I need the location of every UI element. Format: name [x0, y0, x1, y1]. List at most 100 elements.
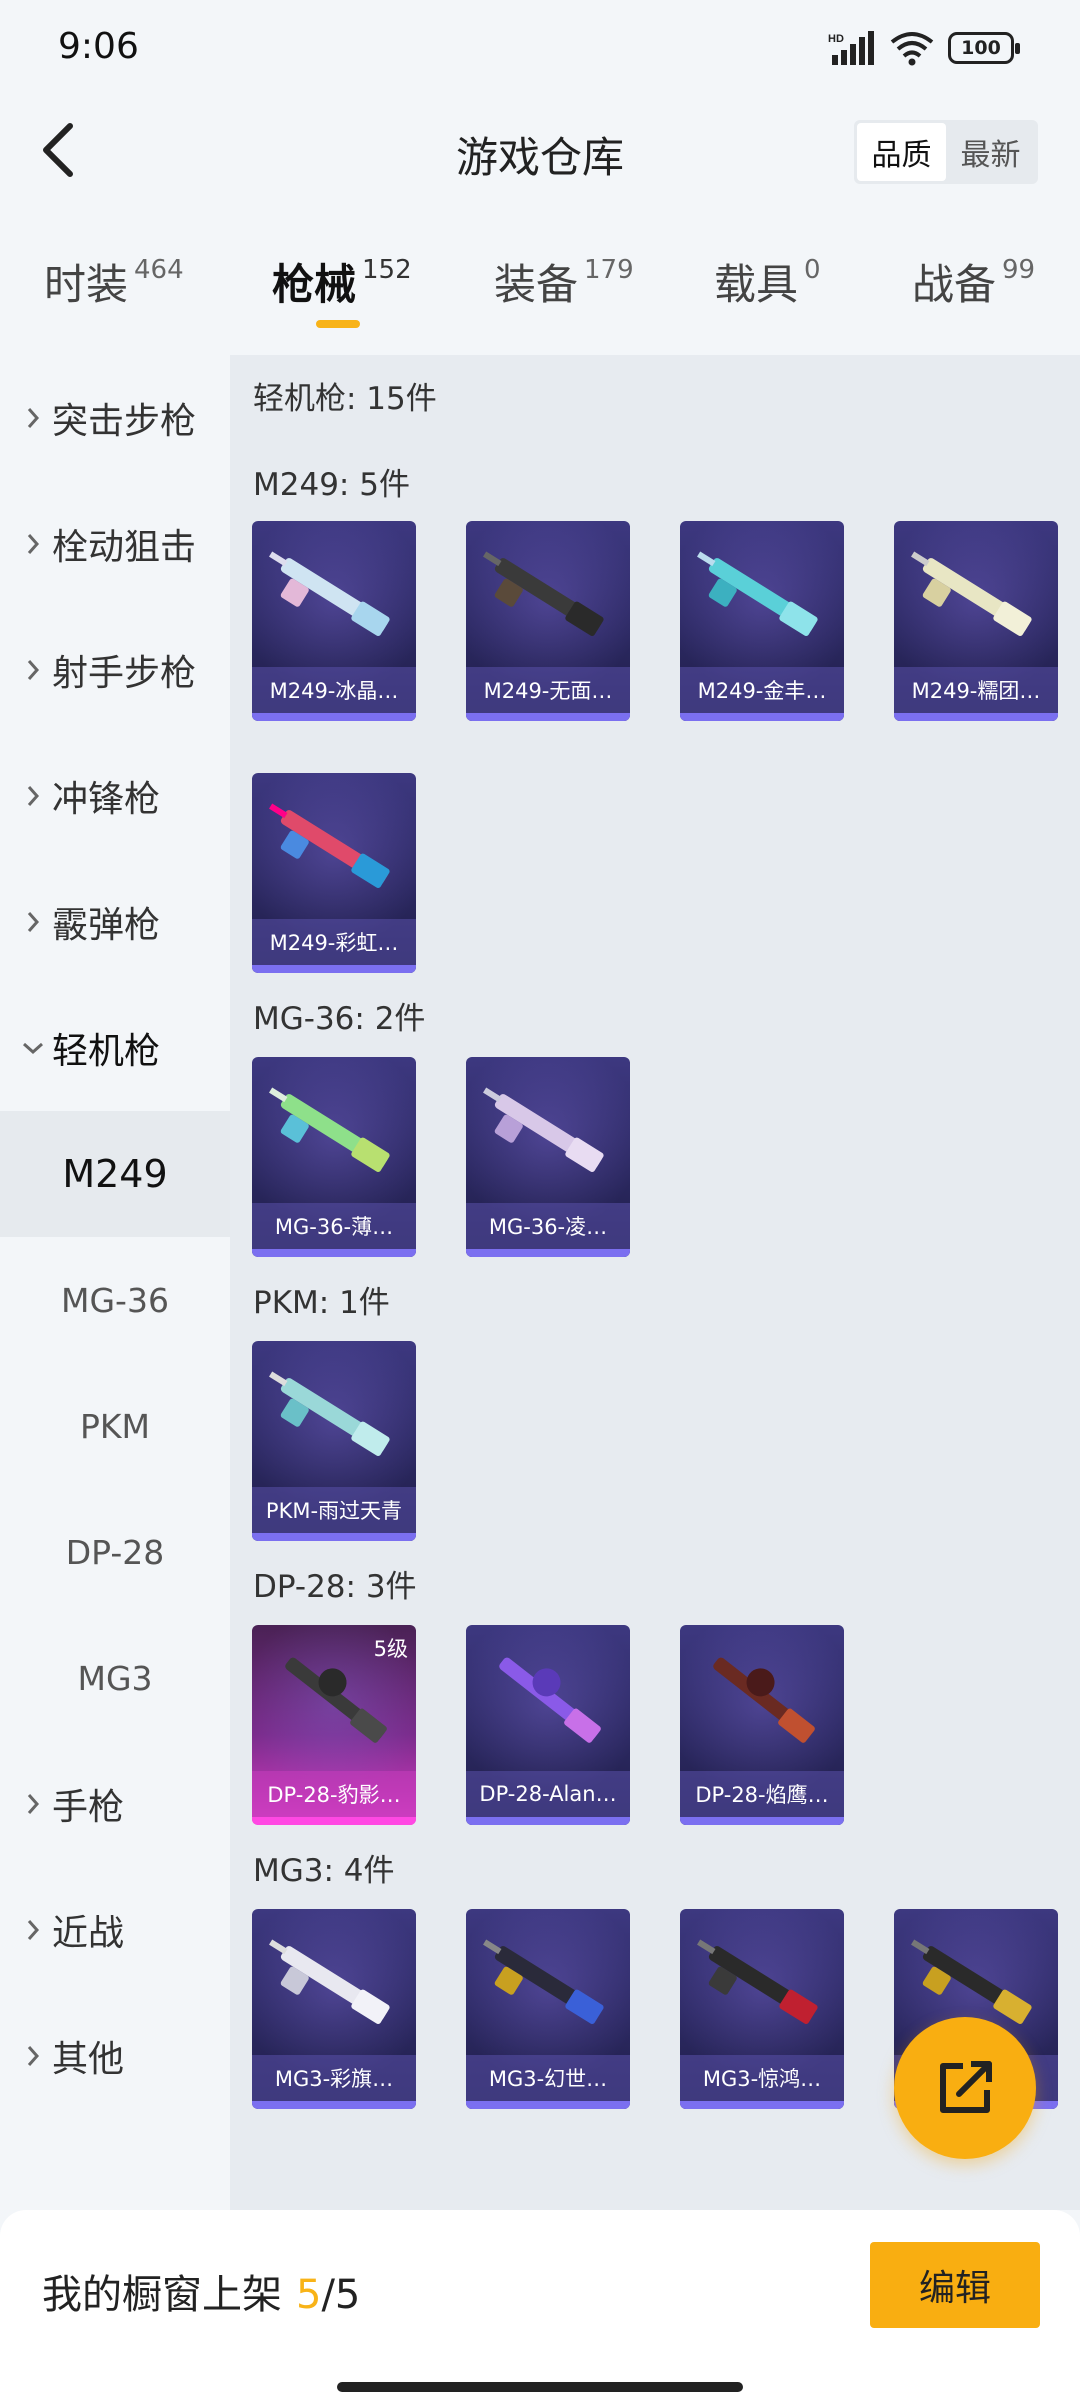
item-card[interactable]: MG-36-薄… [252, 1057, 416, 1257]
showcase-count: 5 [296, 2272, 322, 2318]
item-card[interactable]: DP-28-Alan… [466, 1625, 630, 1825]
card-label-bar: MG-36-凌… [466, 1203, 630, 1249]
sidebar-item-shotgun[interactable]: 霰弹枪 [0, 859, 230, 985]
gun-icon [483, 1087, 604, 1172]
rarity-stripe [252, 2101, 416, 2109]
group-title: DP-28: 3件 [253, 1569, 417, 1605]
sort-newest-button[interactable]: 最新 [946, 123, 1035, 181]
battery-icon: 100 [948, 32, 1020, 64]
rarity-stripe [466, 1817, 630, 1825]
sidebar-sub-m249[interactable]: M249 [0, 1111, 230, 1237]
wifi-icon [890, 32, 934, 66]
item-card[interactable]: M249-冰晶… [252, 521, 416, 721]
sidebar-sub-dp28[interactable]: DP-28 [0, 1489, 230, 1615]
sidebar-item-lmg[interactable]: 轻机枪 [0, 985, 230, 1111]
group-title: MG3: 4件 [253, 1853, 395, 1889]
item-card[interactable]: 5级 DP-28-豹影… [252, 1625, 416, 1825]
card-label-bar: MG3-彩旗… [252, 2055, 416, 2101]
gun-icon [269, 1371, 390, 1456]
rarity-stripe [680, 713, 844, 721]
gun-icon [269, 803, 390, 888]
tab-label: 枪械 [272, 260, 357, 309]
sidebar-item-marksman-rifle[interactable]: 射手步枪 [0, 607, 230, 733]
edit-button[interactable]: 编辑 [870, 2242, 1040, 2328]
rarity-stripe [894, 713, 1058, 721]
group-title: PKM: 1件 [253, 1285, 390, 1321]
sidebar-item-bolt-sniper[interactable]: 栓动狙击 [0, 481, 230, 607]
sidebar-item-other[interactable]: 其他 [0, 1993, 230, 2119]
tab-label: 载具 [714, 260, 799, 309]
sidebar-item-assault-rifle[interactable]: 突击步枪 [0, 355, 230, 481]
category-summary: 轻机枪: 15件 [253, 381, 437, 417]
category-tabs: 时装 464 枪械 152 装备 179 载具 0 战备 99 [0, 250, 1080, 350]
item-name: MG-36-凌… [488, 1215, 608, 1239]
sidebar-item-label: 栓动狙击 [52, 527, 197, 568]
card-label-bar: M249-无面… [466, 667, 630, 713]
tab-vehicles[interactable]: 载具 0 [714, 250, 821, 320]
gun-icon [483, 1939, 604, 2024]
rarity-stripe [680, 1817, 844, 1825]
gun-icon [713, 1657, 815, 1743]
rarity-stripe [252, 965, 416, 973]
sidebar-item-melee[interactable]: 近战 [0, 1867, 230, 1993]
tab-guns[interactable]: 枪械 152 [272, 250, 412, 320]
tab-equipment[interactable]: 装备 179 [494, 250, 634, 320]
sidebar-item-label: 近战 [52, 1913, 125, 1954]
card-label-bar: MG3-惊鸿… [680, 2055, 844, 2101]
sidebar: 突击步枪 栓动狙击 射手步枪 冲锋枪 霰弹枪 轻机枪 M249 MG-36 PK… [0, 355, 230, 2210]
card-label-bar: MG-36-薄… [252, 1203, 416, 1249]
item-card[interactable]: MG-36-凌… [466, 1057, 630, 1257]
sidebar-item-label: 突击步枪 [52, 401, 197, 442]
chevron-down-icon [20, 1041, 46, 1055]
item-card[interactable]: DP-28-焰鹰… [680, 1625, 844, 1825]
card-label-bar: M249-冰晶… [252, 667, 416, 713]
signal-icon: HD [828, 31, 874, 65]
external-link-icon [940, 2061, 992, 2113]
item-card[interactable]: M249-金丰… [680, 521, 844, 721]
item-card[interactable]: MG3-彩旗… [252, 1909, 416, 2109]
status-icons: HD 100 [828, 30, 1020, 66]
item-name: DP-28-焰鹰… [695, 1783, 829, 1807]
tab-fashion[interactable]: 时装 464 [44, 250, 184, 320]
sidebar-item-smg[interactable]: 冲锋枪 [0, 733, 230, 859]
card-label-bar: M249-糯团… [894, 667, 1058, 713]
card-label-bar: DP-28-焰鹰… [680, 1771, 844, 1817]
item-card[interactable]: M249-彩虹… [252, 773, 416, 973]
tab-label: 时装 [44, 260, 129, 309]
item-name: MG3-惊鸿… [702, 2067, 822, 2091]
sidebar-item-pistol[interactable]: 手枪 [0, 1741, 230, 1867]
rarity-stripe [466, 713, 630, 721]
sort-quality-button[interactable]: 品质 [857, 123, 946, 181]
tab-supplies[interactable]: 战备 99 [912, 250, 1035, 320]
share-button[interactable] [894, 2017, 1036, 2159]
level-badge: 5级 [373, 1637, 408, 1661]
card-label-bar: DP-28-豹影… [252, 1771, 416, 1817]
tab-label: 战备 [912, 260, 997, 309]
card-label-bar: M249-彩虹… [252, 919, 416, 965]
group-title: M249: 5件 [253, 467, 410, 503]
showcase-status: 我的橱窗上架 5 /5 [42, 2262, 360, 2320]
item-name: DP-28-豹影… [267, 1783, 401, 1807]
sidebar-item-label: 其他 [52, 2039, 125, 2080]
item-card[interactable]: MG3-惊鸿… [680, 1909, 844, 2109]
home-indicator[interactable] [337, 2382, 743, 2392]
gun-icon [697, 551, 818, 636]
sidebar-sub-mg3[interactable]: MG3 [0, 1615, 230, 1741]
rarity-stripe [252, 1817, 416, 1825]
item-card[interactable]: PKM-雨过天青 [252, 1341, 416, 1541]
gun-icon [269, 551, 390, 636]
item-card[interactable]: M249-糯团… [894, 521, 1058, 721]
tab-label: 装备 [494, 260, 579, 309]
tab-count: 99 [1002, 255, 1036, 285]
item-name: MG3-幻世… [488, 2067, 608, 2091]
item-grid-panel: 轻机枪: 15件 M249: 5件 M249-冰晶… M249-无面… M249… [230, 355, 1080, 2210]
item-card[interactable]: M249-无面… [466, 521, 630, 721]
item-name: DP-28-Alan… [479, 1782, 617, 1806]
item-name: M249-冰晶… [269, 679, 399, 703]
sidebar-item-label: 冲锋枪 [52, 779, 161, 820]
item-card[interactable]: MG3-幻世… [466, 1909, 630, 2109]
sidebar-sub-pkm[interactable]: PKM [0, 1363, 230, 1489]
tab-count: 464 [134, 255, 184, 285]
sidebar-item-label: 射手步枪 [52, 653, 197, 694]
sidebar-sub-mg36[interactable]: MG-36 [0, 1237, 230, 1363]
